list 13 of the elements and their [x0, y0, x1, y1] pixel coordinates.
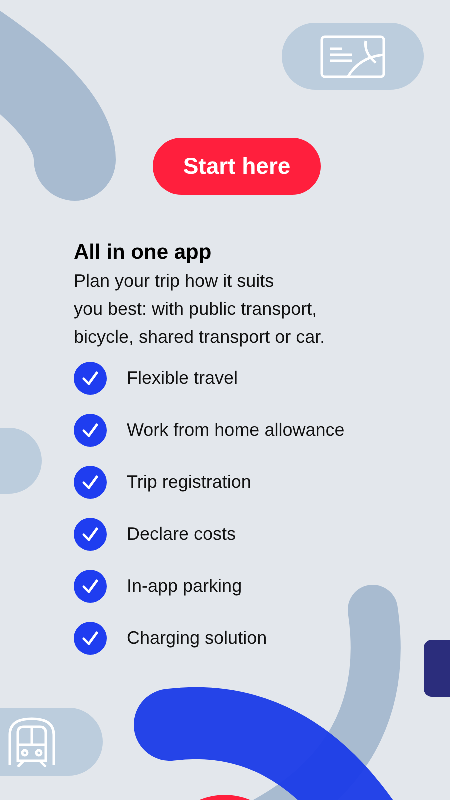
section-heading: All in one app: [74, 240, 212, 266]
train-icon: [8, 717, 56, 767]
side-tab[interactable]: [424, 640, 450, 697]
train-pill[interactable]: [0, 708, 103, 776]
feature-label: Declare costs: [127, 523, 236, 546]
feature-label: Charging solution: [127, 627, 268, 650]
feature-label: In-app parking: [127, 575, 242, 598]
feature-label: Work from home allowance: [127, 419, 345, 442]
description-text: Plan your trip how it suits you best: with public transport, bicycle, shared transport or car.: [74, 270, 326, 349]
start-button[interactable]: Start here: [153, 138, 321, 195]
feature-label: Trip registration: [127, 471, 252, 494]
feature-label: Flexible travel: [127, 367, 238, 390]
card-icon: [320, 34, 386, 78]
